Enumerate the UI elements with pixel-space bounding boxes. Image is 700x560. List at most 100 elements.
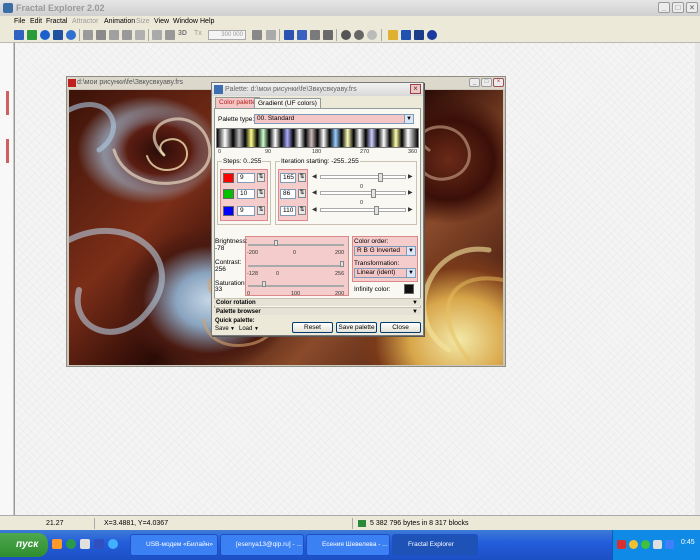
redo-icon[interactable] [297, 30, 307, 40]
info-icon[interactable] [427, 30, 437, 40]
pen-icon[interactable] [266, 30, 276, 40]
start-button[interactable]: пуск [0, 533, 48, 557]
zoom-out-icon[interactable] [354, 30, 364, 40]
taskbar-item[interactable]: Есения Шевелева - ... [306, 534, 390, 556]
red-iteration-slider[interactable] [320, 175, 406, 179]
tray-icon[interactable] [629, 540, 638, 549]
tx-button[interactable]: Tx [194, 30, 202, 37]
save-palette-button[interactable]: Save palette [336, 322, 377, 333]
color-rotation-section[interactable]: Color rotation ▼ [214, 298, 421, 306]
blue-iteration-slider[interactable] [320, 208, 406, 212]
window-icon[interactable] [414, 30, 424, 40]
tray-icon[interactable] [641, 540, 650, 549]
menu-size[interactable]: Size [136, 16, 150, 27]
close-button[interactable]: × [686, 2, 698, 13]
folder-icon[interactable] [388, 30, 398, 40]
fractal-maximize-button[interactable]: □ [481, 78, 492, 87]
infinity-color-swatch[interactable] [404, 284, 414, 294]
edit-icon[interactable] [53, 30, 63, 40]
zoom-input[interactable]: 300 000 [208, 30, 246, 40]
save-icon[interactable] [96, 30, 106, 40]
blue-slider-thumb[interactable] [374, 206, 379, 215]
quicklaunch-icon[interactable] [94, 539, 104, 549]
3d-button[interactable]: 3D [178, 30, 187, 37]
green-iteration-slider[interactable] [320, 191, 406, 195]
slider-left-arrow[interactable]: ◀ [312, 173, 317, 180]
palette-close-button[interactable]: × [410, 84, 421, 94]
red-steps-input[interactable]: 9 [237, 173, 255, 183]
tray-icon[interactable] [653, 540, 662, 549]
reset-button[interactable]: Reset [292, 322, 333, 333]
green-swatch[interactable] [223, 189, 234, 199]
blue-steps-input[interactable]: 9 [237, 206, 255, 216]
image-icon[interactable] [135, 30, 145, 40]
tray-icon[interactable] [617, 540, 626, 549]
menu-edit[interactable]: Edit [30, 16, 42, 27]
maximize-button[interactable]: □ [672, 2, 684, 13]
quicklaunch-icon[interactable] [108, 539, 118, 549]
fit-icon[interactable] [310, 30, 320, 40]
menu-view[interactable]: View [154, 16, 169, 27]
slider-right-arrow[interactable]: ▶ [408, 206, 413, 213]
palette-title-bar[interactable]: Palette: d:\мои рисунки\fe\Звкусвкуаву.f… [212, 83, 423, 96]
red-slider-thumb[interactable] [378, 173, 383, 182]
saturation-slider-thumb[interactable] [262, 281, 266, 287]
undo-icon[interactable] [284, 30, 294, 40]
green-slider-thumb[interactable] [371, 189, 376, 198]
quicklaunch-icon[interactable] [66, 539, 76, 549]
menu-window[interactable]: Window [173, 16, 198, 27]
slider-right-arrow[interactable]: ▶ [408, 173, 413, 180]
slider-left-arrow[interactable]: ◀ [312, 206, 317, 213]
vertical-scrollbar[interactable] [695, 43, 700, 515]
quicklaunch-icon[interactable] [80, 539, 90, 549]
palette-dialog[interactable]: Palette: d:\мои рисунки\fe\Звкусвкуаву.f… [211, 82, 424, 336]
color-order-select[interactable]: R B G Inverted ▼ [354, 246, 416, 256]
tray-icon[interactable] [665, 540, 674, 549]
load-menu[interactable]: Load [239, 326, 252, 332]
contrast-slider[interactable] [248, 265, 344, 267]
red-iteration-input[interactable]: 165 [280, 173, 296, 183]
save-menu[interactable]: Save [215, 326, 229, 332]
green-steps-input[interactable]: 10 [237, 189, 255, 199]
tab-gradient[interactable]: Gradient (UF colors) [254, 98, 321, 108]
menu-animation[interactable]: Animation [104, 16, 135, 27]
spin-icon[interactable]: ⇅ [257, 206, 265, 215]
zoom-in-icon[interactable] [341, 30, 351, 40]
crop-icon[interactable] [323, 30, 333, 40]
taskbar-item-active[interactable]: Fractal Explorer [392, 534, 478, 556]
minimize-button[interactable]: _ [658, 2, 670, 13]
slider-left-arrow[interactable]: ◀ [312, 189, 317, 196]
palette-gradient-strip[interactable] [216, 128, 419, 148]
spin-icon[interactable]: ⇅ [298, 189, 306, 198]
slider-right-arrow[interactable]: ▶ [408, 189, 413, 196]
menu-fractal[interactable]: Fractal [46, 16, 67, 27]
brightness-slider-thumb[interactable] [274, 240, 278, 246]
grid-icon[interactable] [165, 30, 175, 40]
arrow-tool-icon[interactable] [14, 30, 24, 40]
palette-icon[interactable] [401, 30, 411, 40]
open-icon[interactable] [83, 30, 93, 40]
green-iteration-input[interactable]: 86 [280, 189, 296, 199]
spin-icon[interactable]: ⇅ [298, 173, 306, 182]
contrast-slider-thumb[interactable] [340, 261, 344, 267]
print-icon[interactable] [122, 30, 132, 40]
link-icon[interactable] [252, 30, 262, 40]
play-icon[interactable] [152, 30, 162, 40]
spin-icon[interactable]: ⇅ [257, 173, 265, 182]
tree-icon[interactable] [27, 30, 37, 40]
red-swatch[interactable] [223, 173, 234, 183]
save-image-icon[interactable] [109, 30, 119, 40]
palette-browser-section[interactable]: Palette browser ▼ [214, 307, 421, 315]
quicklaunch-icon[interactable] [52, 539, 62, 549]
bullet-icon[interactable] [40, 30, 50, 40]
fractal-close-button[interactable]: × [493, 78, 504, 87]
taskbar-item[interactable]: USB-модем «Билайн» [130, 534, 218, 556]
spin-icon[interactable]: ⇅ [257, 189, 265, 198]
menu-help[interactable]: Help [200, 16, 214, 27]
target-icon[interactable] [66, 30, 76, 40]
app-title-bar[interactable]: Fractal Explorer 2.02 _ □ × [0, 0, 700, 16]
taskbar-item[interactable]: [esenya13@qip.ru] - ... [220, 534, 304, 556]
close-dialog-button[interactable]: Close [380, 322, 421, 333]
spin-icon[interactable]: ⇅ [298, 206, 306, 215]
transformation-select[interactable]: Linear (ident) ▼ [354, 268, 416, 278]
